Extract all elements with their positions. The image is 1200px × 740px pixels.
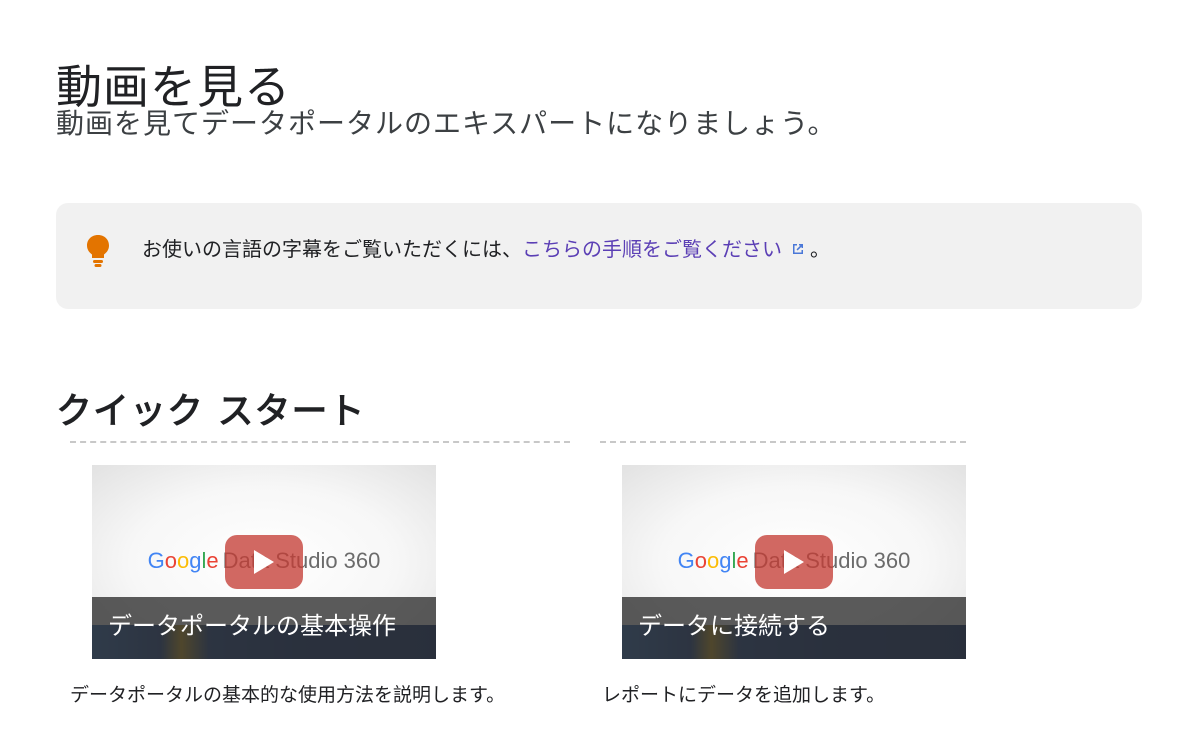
divider — [70, 441, 570, 443]
video-caption-bar: データポータルの基本操作 — [92, 597, 436, 659]
tip-suffix: 。 — [810, 237, 830, 261]
video-description: レポートにデータを追加します。 — [602, 684, 886, 706]
section-title: クイック スタート — [56, 390, 366, 432]
video-description: データポータルの基本的な使用方法を説明します。 — [70, 684, 506, 706]
play-icon — [784, 550, 804, 574]
video-thumbnail-basics[interactable]: GoogleData Studio 360 データポータルの基本操作 — [92, 465, 436, 659]
lightbulb-icon — [87, 235, 109, 267]
page-subtitle: 動画を見てデータポータルのエキスパートになりましょう。 — [56, 107, 837, 140]
subtitle-instructions-link[interactable]: こちらの手順をご覧ください — [522, 237, 810, 261]
video-caption: データポータルの基本操作 — [108, 612, 396, 640]
play-icon — [254, 550, 274, 574]
video-thumbnail-connect[interactable]: GoogleData Studio 360 データに接続する — [622, 465, 966, 659]
divider — [600, 441, 966, 443]
video-caption: データに接続する — [638, 612, 830, 640]
video-caption-bar: データに接続する — [622, 597, 966, 659]
tip-message: お使いの言語の字幕をご覧いただくには、 — [142, 237, 522, 261]
play-button[interactable] — [755, 535, 833, 589]
play-button[interactable] — [225, 535, 303, 589]
tip-text: お使いの言語の字幕をご覧いただくには、こちらの手順をご覧ください 。 — [142, 234, 830, 264]
tip-link-label: こちらの手順をご覧ください — [522, 237, 782, 261]
external-link-icon — [793, 244, 803, 254]
